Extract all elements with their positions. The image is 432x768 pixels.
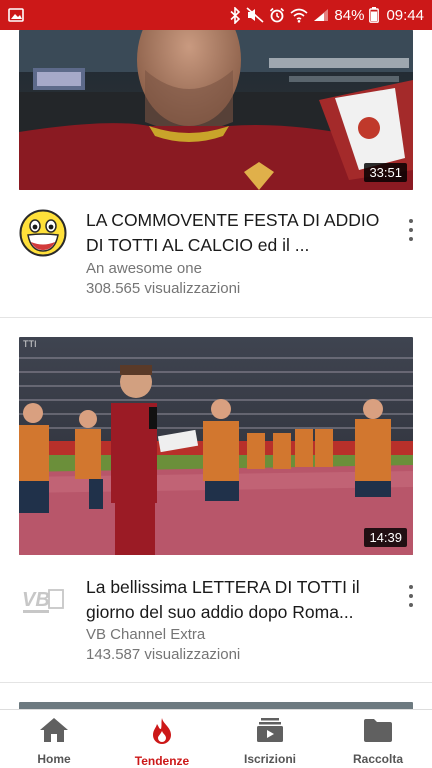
nav-home-label: Home [37, 752, 71, 766]
video-title[interactable]: La bellissima LETTERA DI TOTTI il giorno… [86, 575, 386, 625]
status-clock: 09:44 [386, 6, 424, 24]
nav-home[interactable]: Home [0, 710, 108, 768]
mute-icon [246, 7, 264, 23]
more-dot [409, 219, 413, 223]
video-duration: 33:51 [364, 163, 407, 182]
nav-library[interactable]: Raccolta [324, 710, 432, 768]
subscriptions-icon [256, 717, 284, 748]
video-meta: VB La bellissima LETTERA DI TOTTI il gio… [0, 555, 432, 682]
video-card[interactable]: TTI 14:39 VB La bellissima LETTERA DI TO… [0, 337, 432, 682]
nav-library-label: Raccolta [352, 752, 404, 766]
divider [0, 317, 432, 318]
status-bar: 84% 09:44 [0, 0, 432, 30]
more-dot [409, 603, 413, 607]
more-options-button[interactable] [404, 585, 418, 607]
video-duration: 14:39 [364, 528, 407, 547]
video-card[interactable]: 33:51 LA COMMOVENTE FESTA DI ADDIO DI TO… [0, 30, 432, 318]
video-channel-name[interactable]: An awesome one [86, 260, 202, 277]
alarm-icon [269, 7, 285, 23]
video-channel-name[interactable]: VB Channel Extra [86, 626, 205, 643]
battery-percent: 84% [334, 6, 365, 24]
channel-avatar-text: VB [22, 589, 50, 611]
more-dot [409, 237, 413, 241]
flame-icon [149, 717, 175, 750]
nav-subscriptions-label: Iscrizioni [243, 752, 296, 766]
video-title[interactable]: LA COMMOVENTE FESTA DI ADDIO DI TOTTI AL… [86, 208, 386, 258]
bottom-navigation: Home Tendenze Iscrizioni Raccolta [0, 709, 432, 768]
signal-icon [313, 8, 329, 22]
video-feed[interactable]: 33:51 LA COMMOVENTE FESTA DI ADDIO DI TO… [0, 30, 432, 710]
nav-trending[interactable]: Tendenze [108, 710, 216, 768]
video-view-count: 308.565 visualizzazioni [86, 280, 241, 297]
video-thumbnail[interactable]: TTI 14:39 [19, 337, 413, 555]
home-icon [39, 717, 69, 748]
image-notification-icon [8, 8, 24, 22]
folder-icon [363, 717, 393, 748]
nav-subscriptions[interactable]: Iscrizioni [216, 710, 324, 768]
divider [0, 682, 432, 683]
channel-avatar[interactable] [19, 209, 67, 257]
svg-text:TTI: TTI [23, 339, 37, 349]
wifi-icon [290, 8, 308, 23]
more-options-button[interactable] [404, 219, 418, 241]
nav-trending-label: Tendenze [134, 754, 190, 768]
channel-avatar[interactable]: VB [19, 576, 67, 624]
more-dot [409, 585, 413, 589]
bluetooth-icon [230, 6, 241, 24]
more-dot [409, 594, 413, 598]
more-dot [409, 228, 413, 232]
video-meta: LA COMMOVENTE FESTA DI ADDIO DI TOTTI AL… [0, 190, 432, 318]
video-thumbnail[interactable]: 33:51 [19, 30, 413, 190]
video-view-count: 143.587 visualizzazioni [86, 646, 241, 663]
battery-icon [369, 7, 380, 23]
